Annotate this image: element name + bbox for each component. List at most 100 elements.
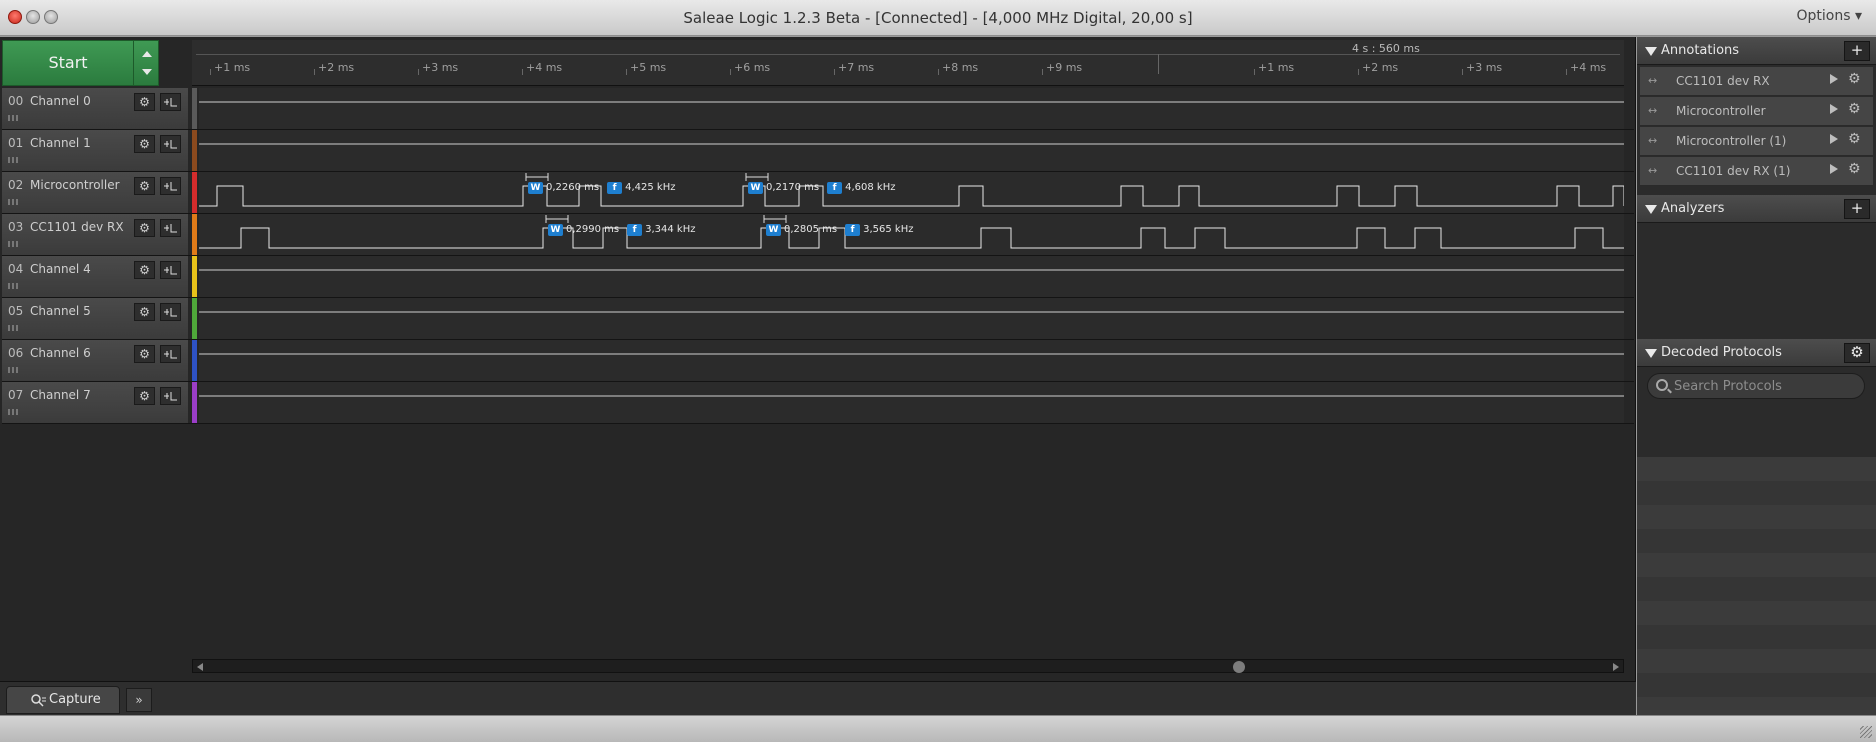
channel-header[interactable]: 04 Channel 4 ⚙ bbox=[2, 256, 188, 297]
trigger-button[interactable] bbox=[160, 177, 181, 195]
add-analyzer-button[interactable]: + bbox=[1844, 199, 1870, 219]
search-protocols-input[interactable] bbox=[1674, 377, 1860, 395]
start-button[interactable]: Start bbox=[2, 40, 159, 86]
tab-more-button[interactable]: » bbox=[126, 688, 152, 712]
channel-color-bar bbox=[192, 298, 197, 339]
drag-handle-icon[interactable] bbox=[8, 367, 20, 373]
channel-waveform[interactable] bbox=[199, 382, 1624, 423]
channel-header[interactable]: 00 Channel 0 ⚙ bbox=[2, 88, 188, 129]
scroll-thumb[interactable] bbox=[1233, 661, 1245, 673]
gear-icon[interactable]: ⚙ bbox=[1848, 161, 1861, 177]
channel-header[interactable]: 02 Microcontroller ⚙ bbox=[2, 172, 188, 213]
time-ruler[interactable]: 4 s : 560 ms +1 ms +2 ms +3 ms +4 ms +5 ms +6… bbox=[192, 40, 1624, 86]
drag-handle-icon[interactable] bbox=[8, 157, 20, 163]
drag-handle-icon[interactable] bbox=[8, 283, 20, 289]
analyzers-title: Analyzers bbox=[1661, 201, 1725, 216]
channel-name[interactable]: Channel 5 bbox=[30, 304, 91, 318]
trigger-button[interactable] bbox=[160, 135, 181, 153]
gear-icon[interactable]: ⚙ bbox=[1848, 71, 1861, 87]
annotation-item[interactable]: ↔ Microcontroller ⚙ bbox=[1640, 97, 1873, 126]
ruler-tick bbox=[314, 69, 315, 75]
ruler-tick-label: +2 ms bbox=[1362, 61, 1399, 74]
annotation-label: Microcontroller bbox=[1676, 104, 1766, 118]
scroll-left-icon[interactable] bbox=[195, 662, 205, 672]
channel-settings-button[interactable]: ⚙ bbox=[134, 387, 155, 405]
channel-color-bar bbox=[192, 172, 197, 213]
ruler-tick bbox=[730, 69, 731, 75]
trigger-button[interactable] bbox=[160, 345, 181, 363]
channel-settings-button[interactable]: ⚙ bbox=[134, 93, 155, 111]
play-icon[interactable] bbox=[1830, 134, 1838, 144]
annotation-item[interactable]: ↔ Microcontroller (1) ⚙ bbox=[1640, 127, 1873, 156]
channel-name[interactable]: Channel 6 bbox=[30, 346, 91, 360]
decoded-protocols-header[interactable]: Decoded Protocols ⚙ bbox=[1637, 339, 1876, 367]
channel-header[interactable]: 05 Channel 5 ⚙ bbox=[2, 298, 188, 339]
trigger-button[interactable] bbox=[160, 261, 181, 279]
channel-name[interactable]: CC1101 dev RX bbox=[30, 220, 124, 234]
channel-settings-button[interactable]: ⚙ bbox=[134, 219, 155, 237]
channel-header[interactable]: 07 Channel 7 ⚙ bbox=[2, 382, 188, 423]
gear-icon[interactable]: ⚙ bbox=[1848, 101, 1861, 117]
play-icon[interactable] bbox=[1830, 164, 1838, 174]
channel-name[interactable]: Channel 1 bbox=[30, 136, 91, 150]
ruler-center-time: 4 s : 560 ms bbox=[1352, 42, 1420, 55]
drag-handle-icon[interactable] bbox=[8, 115, 20, 121]
drag-handle-icon[interactable] bbox=[8, 241, 20, 247]
horizontal-scrollbar[interactable] bbox=[192, 659, 1624, 673]
channel-name[interactable]: Channel 7 bbox=[30, 388, 91, 402]
channel-color-bar bbox=[192, 382, 197, 423]
channel-waveform[interactable] bbox=[199, 298, 1624, 339]
search-icon bbox=[1656, 379, 1668, 391]
play-icon[interactable] bbox=[1830, 74, 1838, 84]
channel-name[interactable]: Channel 0 bbox=[30, 94, 91, 108]
annotation-item[interactable]: ↔ CC1101 dev RX ⚙ bbox=[1640, 67, 1873, 96]
start-options-arrows[interactable] bbox=[133, 41, 159, 85]
double-arrow-icon: ↔ bbox=[1648, 104, 1658, 117]
channel-settings-button[interactable]: ⚙ bbox=[134, 345, 155, 363]
analyzers-header[interactable]: Analyzers + bbox=[1637, 195, 1876, 223]
trigger-button[interactable] bbox=[160, 387, 181, 405]
channel-header[interactable]: 06 Channel 6 ⚙ bbox=[2, 340, 188, 381]
channel-waveform[interactable] bbox=[199, 130, 1624, 171]
channel-name[interactable]: Channel 4 bbox=[30, 262, 91, 276]
trigger-edge-icon bbox=[164, 392, 177, 401]
frequency-value: 4,608 kHz bbox=[845, 182, 896, 193]
channel-name[interactable]: Microcontroller bbox=[30, 178, 120, 192]
channel-number: 03 bbox=[8, 220, 24, 234]
drag-handle-icon[interactable] bbox=[8, 409, 20, 415]
options-menu[interactable]: Options ▾ bbox=[1797, 8, 1863, 24]
pulse-measurement: W 0,2805 ms f 3,565 kHz bbox=[763, 214, 914, 236]
channel-settings-button[interactable]: ⚙ bbox=[134, 135, 155, 153]
play-icon[interactable] bbox=[1830, 104, 1838, 114]
channel-header[interactable]: 01 Channel 1 ⚙ bbox=[2, 130, 188, 171]
channel-header[interactable]: 03 CC1101 dev RX ⚙ bbox=[2, 214, 188, 255]
trigger-button[interactable] bbox=[160, 93, 181, 111]
channel-waveform[interactable] bbox=[199, 256, 1624, 297]
tab-capture[interactable]: Capture bbox=[6, 686, 120, 714]
channel-number: 01 bbox=[8, 136, 24, 150]
channel-settings-button[interactable]: ⚙ bbox=[134, 177, 155, 195]
trigger-button[interactable] bbox=[160, 303, 181, 321]
add-annotation-button[interactable]: + bbox=[1844, 41, 1870, 61]
channel-waveform[interactable] bbox=[199, 88, 1624, 129]
trigger-button[interactable] bbox=[160, 219, 181, 237]
resize-grip-icon[interactable] bbox=[1860, 726, 1872, 738]
search-protocols-box[interactable] bbox=[1647, 373, 1865, 399]
scroll-right-icon[interactable] bbox=[1611, 662, 1621, 672]
annotations-header[interactable]: Annotations + bbox=[1637, 37, 1876, 65]
drag-handle-icon[interactable] bbox=[8, 199, 20, 205]
annotation-item[interactable]: ↔ CC1101 dev RX (1) ⚙ bbox=[1640, 157, 1873, 186]
drag-handle-icon[interactable] bbox=[8, 325, 20, 331]
channel-settings-button[interactable]: ⚙ bbox=[134, 303, 155, 321]
channel-waveform[interactable] bbox=[199, 340, 1624, 381]
channel-waveform[interactable]: W 0,2260 ms f 4,425 kHz W 0,2170 ms f 4,608 kHz bbox=[199, 172, 1624, 213]
channel-settings-button[interactable]: ⚙ bbox=[134, 261, 155, 279]
ruler-tick-label: +6 ms bbox=[734, 61, 771, 74]
waveform-svg bbox=[199, 269, 1624, 271]
channel-waveform[interactable]: W 0,2990 ms f 3,344 kHz W 0,2805 ms f 3,565 kHz bbox=[199, 214, 1624, 255]
gear-icon[interactable]: ⚙ bbox=[1848, 131, 1861, 147]
ruler-tick bbox=[418, 69, 419, 75]
ruler-tick bbox=[1042, 69, 1043, 75]
annotations-title: Annotations bbox=[1661, 43, 1740, 58]
decoded-settings-button[interactable]: ⚙ bbox=[1844, 343, 1870, 363]
